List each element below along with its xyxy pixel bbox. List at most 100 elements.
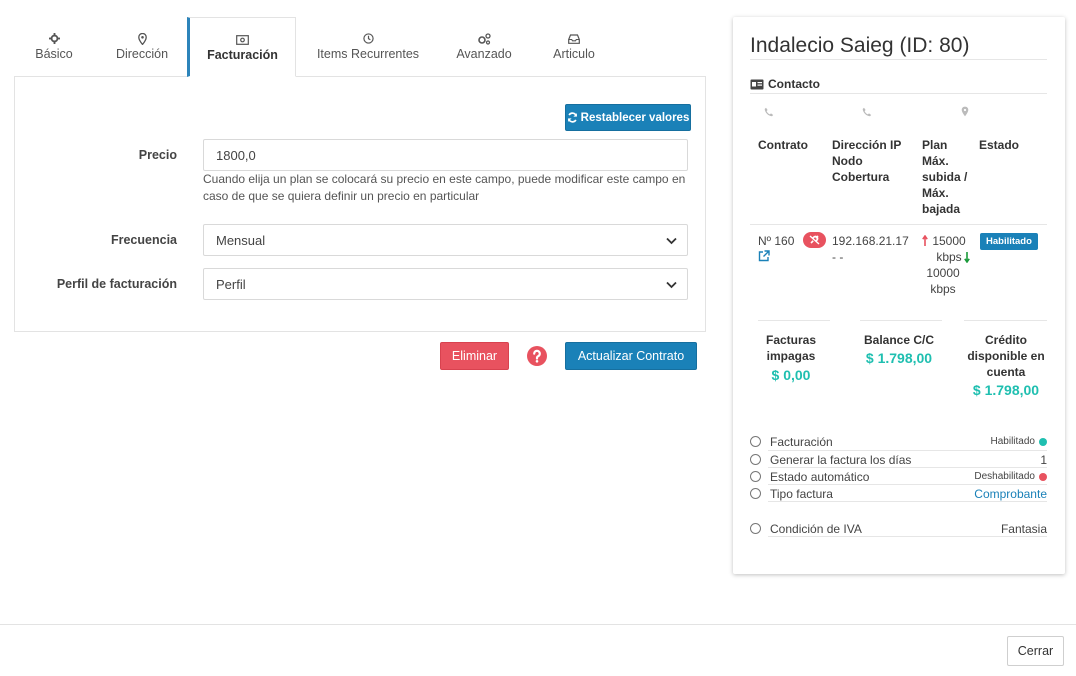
divider bbox=[768, 501, 1047, 502]
balance-value: $ 1.798,00 bbox=[865, 350, 933, 366]
radio-icon[interactable] bbox=[750, 471, 761, 482]
phone-icon[interactable] bbox=[764, 105, 774, 120]
client-title: Indalecio Saieg (ID: 80) bbox=[750, 34, 970, 57]
delete-label: Eliminar bbox=[451, 349, 498, 363]
help-icon[interactable] bbox=[527, 346, 547, 366]
map-marker-icon[interactable] bbox=[961, 105, 969, 120]
inbox-icon bbox=[538, 29, 610, 47]
tab-basico[interactable]: Básico bbox=[14, 17, 94, 76]
reset-values-button[interactable]: Restablecer valores bbox=[565, 104, 691, 131]
billing-profile-label: Perfil de facturación bbox=[56, 277, 177, 291]
contact-label: Contacto bbox=[768, 77, 820, 91]
divider bbox=[750, 59, 1047, 60]
frequency-value: Mensual bbox=[216, 232, 266, 248]
node-coverage: - - bbox=[832, 250, 844, 264]
option-invoice-type[interactable]: Tipo factura Comprobante bbox=[750, 485, 1047, 502]
radio-icon[interactable] bbox=[750, 436, 761, 447]
tab-items-recurrentes[interactable]: Items Recurrentes bbox=[308, 17, 428, 76]
mobile-phone-icon[interactable] bbox=[862, 105, 872, 120]
contract-number: Nº 160 bbox=[758, 234, 795, 248]
status-dot-icon bbox=[1039, 472, 1047, 481]
arrow-down-icon bbox=[964, 251, 970, 263]
option-value-text: Deshabilitado bbox=[974, 471, 1035, 482]
option-iva-condition[interactable]: Condición de IVA Fantasia bbox=[750, 520, 1047, 537]
plan-column-header: Plan Máx. subida / Máx. bajada bbox=[922, 138, 968, 216]
divider bbox=[768, 536, 1047, 537]
map-pin-icon bbox=[102, 29, 182, 47]
tab-facturacion[interactable]: Facturación bbox=[187, 17, 296, 77]
chevron-down-icon bbox=[666, 233, 677, 248]
tab-label: Facturación bbox=[207, 48, 278, 62]
option-value-text: Habilitado bbox=[990, 436, 1035, 447]
option-label: Condición de IVA bbox=[770, 521, 862, 536]
tab-label: Básico bbox=[35, 47, 73, 61]
tab-label: Articulo bbox=[553, 47, 595, 61]
option-billing[interactable]: Facturación Habilitado bbox=[750, 433, 1047, 450]
unpaid-invoices-value: $ 0,00 bbox=[771, 367, 811, 383]
option-value: Fantasia bbox=[1000, 521, 1047, 536]
tab-articulo[interactable]: Articulo bbox=[538, 17, 610, 76]
option-value: Deshabilitado bbox=[974, 471, 1047, 482]
tab-direccion[interactable]: Dirección bbox=[102, 17, 182, 76]
radio-icon[interactable] bbox=[750, 454, 761, 465]
unpaid-invoices-label: Facturas impagas bbox=[765, 333, 817, 363]
radio-icon[interactable] bbox=[750, 488, 761, 499]
plan-speeds: 15000 kbps 10000 kbps bbox=[922, 233, 970, 297]
option-label: Tipo factura bbox=[770, 486, 833, 501]
option-automatic-status[interactable]: Estado automático Deshabilitado bbox=[750, 468, 1047, 485]
divider bbox=[750, 224, 1047, 225]
divider bbox=[758, 320, 830, 321]
divider bbox=[964, 320, 1047, 321]
frequency-select[interactable]: Mensual bbox=[203, 224, 688, 256]
option-invoice-days[interactable]: Generar la factura los días 1 bbox=[750, 451, 1047, 468]
radio-icon[interactable] bbox=[750, 523, 761, 534]
modal-footer-divider bbox=[0, 624, 1076, 625]
disconnected-icon[interactable] bbox=[803, 232, 826, 251]
billing-form-panel: Restablecer valores Precio 1800,0 Cuando… bbox=[14, 76, 706, 332]
option-value: Habilitado bbox=[991, 436, 1047, 447]
chevron-down-icon bbox=[666, 277, 677, 292]
available-credit-value: $ 1.798,00 bbox=[972, 382, 1040, 398]
divider bbox=[750, 93, 1047, 94]
price-input[interactable]: 1800,0 bbox=[203, 139, 688, 171]
frequency-label: Frecuencia bbox=[110, 233, 177, 247]
close-button[interactable]: Cerrar bbox=[1007, 636, 1064, 666]
contract-column-header: Contrato bbox=[758, 138, 808, 152]
close-label: Cerrar bbox=[1017, 644, 1054, 658]
gears-icon bbox=[446, 29, 522, 47]
id-card-icon bbox=[750, 79, 764, 90]
price-help-text: Cuando elija un plan se colocará su prec… bbox=[203, 172, 686, 203]
ip-column-header: Dirección IP Nodo Cobertura bbox=[832, 138, 902, 184]
download-speed: 10000 kbps bbox=[922, 252, 970, 297]
download-value: 10000 kbps bbox=[926, 266, 960, 296]
option-label: Estado automático bbox=[770, 469, 870, 484]
status-column-header: Estado bbox=[979, 138, 1020, 152]
ip-address: 192.168.21.17 bbox=[832, 234, 909, 248]
option-value: 1 bbox=[1040, 452, 1047, 467]
money-bill-icon bbox=[190, 30, 295, 48]
upload-speed: 15000 kbps bbox=[922, 233, 970, 265]
tab-avanzado[interactable]: Avanzado bbox=[446, 17, 522, 76]
price-value: 1800,0 bbox=[216, 147, 256, 163]
status-dot-icon bbox=[1039, 437, 1047, 446]
clock-icon bbox=[308, 29, 428, 47]
update-contract-button[interactable]: Actualizar Contrato bbox=[565, 342, 697, 370]
price-label: Precio bbox=[138, 148, 177, 162]
delete-button[interactable]: Eliminar bbox=[440, 342, 509, 370]
balance-label: Balance C/C bbox=[863, 333, 935, 347]
client-summary-card: Indalecio Saieg (ID: 80) Contacto Contra… bbox=[733, 17, 1065, 574]
divider bbox=[860, 320, 942, 321]
gear-icon bbox=[14, 29, 94, 47]
billing-profile-value: Perfil bbox=[216, 276, 246, 292]
tab-label: Items Recurrentes bbox=[316, 47, 420, 61]
invoice-type-link[interactable]: Comprobante bbox=[974, 487, 1047, 501]
tab-label: Dirección bbox=[115, 47, 169, 61]
refresh-icon bbox=[567, 112, 578, 123]
update-contract-label: Actualizar Contrato bbox=[577, 349, 685, 363]
billing-profile-select[interactable]: Perfil bbox=[203, 268, 688, 300]
tab-label: Avanzado bbox=[456, 47, 512, 61]
option-label: Facturación bbox=[770, 434, 833, 449]
external-link-icon[interactable] bbox=[758, 250, 770, 265]
status-badge: Habilitado bbox=[980, 233, 1038, 250]
tab-bar: Básico Dirección Facturación Items Recur… bbox=[14, 17, 706, 77]
